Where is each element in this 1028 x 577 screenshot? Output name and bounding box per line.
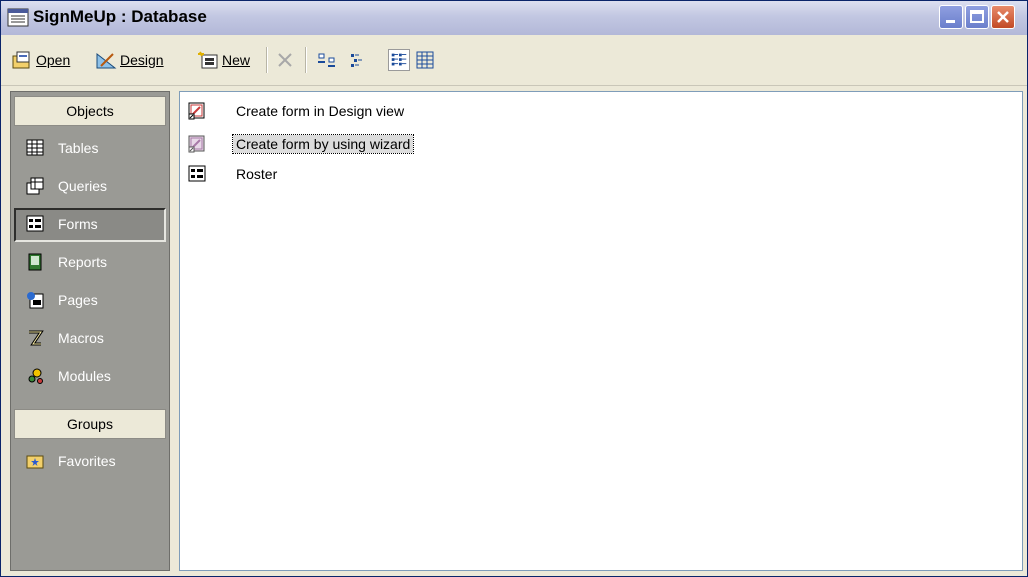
database-toolbar: Open Design New xyxy=(1,35,1027,86)
sidebar-item-favorites[interactable]: Favorites xyxy=(14,445,166,479)
new-button[interactable]: New xyxy=(197,48,250,72)
design-button[interactable]: Design xyxy=(95,48,164,72)
title-bar[interactable]: SignMeUp : Database xyxy=(1,1,1027,35)
macro-icon xyxy=(29,330,44,346)
list-view-icon[interactable] xyxy=(388,49,410,71)
object-list-pane: Create form in Design view Create form b… xyxy=(179,91,1023,571)
sidebar-item-label: Forms xyxy=(58,216,98,232)
details-view-icon[interactable] xyxy=(414,49,436,71)
sidebar-item-label: Queries xyxy=(58,178,108,194)
sidebar-item-label: Tables xyxy=(58,140,99,156)
minimize-button[interactable] xyxy=(939,5,963,29)
design-ruler-icon xyxy=(96,52,117,69)
toolbar-separator xyxy=(305,47,307,73)
list-item[interactable]: Roster xyxy=(188,162,280,186)
sidebar-item-modules[interactable]: Modules xyxy=(14,360,166,394)
toolbar-separator xyxy=(266,47,268,73)
new-label: New xyxy=(222,52,251,68)
maximize-icon xyxy=(970,10,984,23)
sidebar-item-macros[interactable]: Macros xyxy=(14,322,166,356)
list-item-label: Create form by using wizard xyxy=(231,134,415,154)
database-window: SignMeUp : Database Open Design New Obje… xyxy=(0,0,1028,577)
open-form-icon xyxy=(12,51,30,69)
window-title: SignMeUp : Database xyxy=(33,7,207,26)
design-view-shortcut-icon xyxy=(188,102,205,120)
database-window-icon xyxy=(7,8,29,27)
sidebar-item-queries[interactable]: Queries xyxy=(14,170,166,204)
maximize-button[interactable] xyxy=(965,5,989,29)
groups-header-button[interactable]: Groups xyxy=(14,409,166,439)
open-button[interactable]: Open xyxy=(11,48,70,72)
small-icons-view-icon[interactable] xyxy=(348,49,370,71)
sidebar-item-label: Pages xyxy=(58,292,98,308)
sidebar-item-label: Reports xyxy=(58,254,108,270)
design-label: Design xyxy=(120,52,164,68)
list-item[interactable]: Create form by using wizard xyxy=(188,132,415,156)
list-item-label: Roster xyxy=(236,166,278,182)
sidebar-item-pages[interactable]: Pages xyxy=(14,284,166,318)
report-icon xyxy=(28,253,42,271)
query-icon xyxy=(26,177,44,195)
objects-header-button[interactable]: Objects xyxy=(14,96,166,126)
form-icon xyxy=(188,165,206,182)
large-icons-view-icon[interactable] xyxy=(316,49,338,71)
minimize-icon xyxy=(946,20,955,23)
close-button[interactable] xyxy=(991,5,1015,29)
list-item[interactable]: Create form in Design view xyxy=(188,99,407,123)
delete-icon[interactable] xyxy=(274,49,296,71)
sidebar-item-tables[interactable]: Tables xyxy=(14,132,166,166)
sidebar-item-forms[interactable]: Forms xyxy=(14,208,166,242)
close-icon xyxy=(997,11,1009,23)
objects-bar: Objects Tables Queries Forms Reports Pag… xyxy=(10,91,170,571)
sidebar-item-label: Favorites xyxy=(58,453,116,469)
sidebar-item-reports[interactable]: Reports xyxy=(14,246,166,280)
table-icon xyxy=(26,139,44,156)
favorites-folder-icon xyxy=(26,455,44,469)
sidebar-item-label: Macros xyxy=(58,330,104,346)
sidebar-item-label: Modules xyxy=(58,368,111,384)
page-icon xyxy=(27,292,44,309)
form-icon xyxy=(26,215,44,232)
list-item-label: Create form in Design view xyxy=(236,103,405,119)
new-form-icon xyxy=(198,51,218,69)
wizard-shortcut-icon xyxy=(188,135,205,153)
open-label: Open xyxy=(36,52,71,68)
module-icon xyxy=(28,368,43,384)
